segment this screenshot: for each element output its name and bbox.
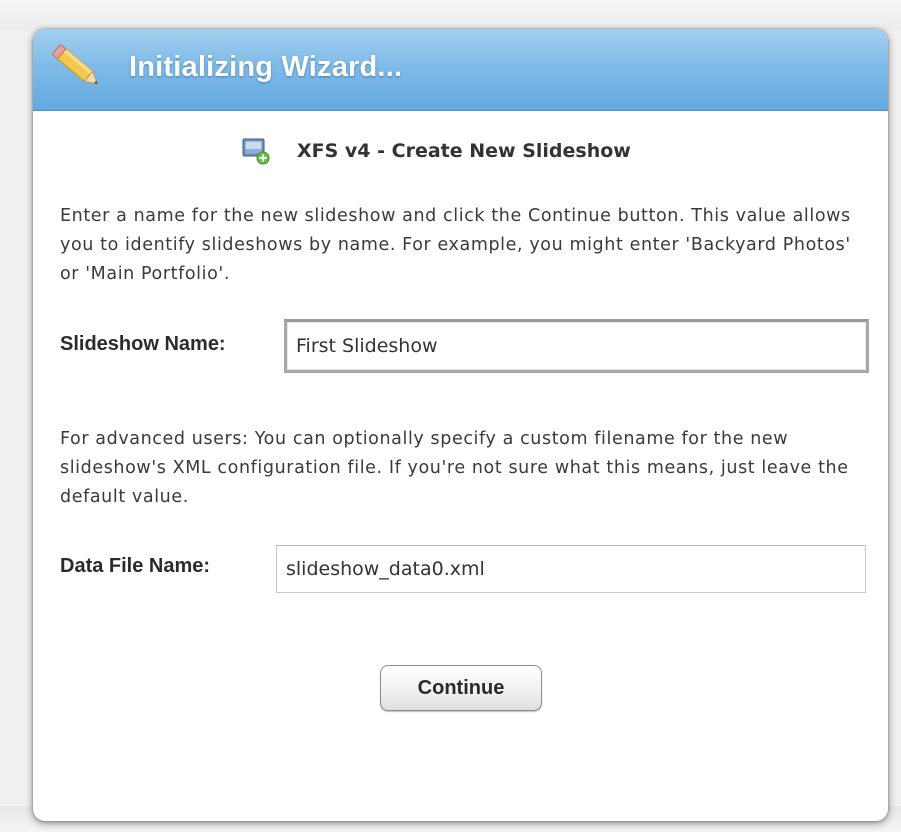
subtitle-row: XFS v4 - Create New Slideshow bbox=[241, 135, 631, 167]
slideshow-name-input[interactable] bbox=[284, 319, 869, 373]
slideshow-name-label: Slideshow Name: bbox=[60, 333, 226, 355]
data-file-name-label: Data File Name: bbox=[60, 555, 211, 577]
pencil-icon bbox=[52, 44, 99, 85]
data-file-name-input[interactable] bbox=[276, 545, 866, 593]
continue-button[interactable]: Continue bbox=[380, 665, 542, 711]
dialog-subtitle: XFS v4 - Create New Slideshow bbox=[297, 140, 631, 162]
title-bar: Initializing Wizard... bbox=[33, 29, 888, 111]
wizard-dialog: Initializing Wizard... XFS v4 - Create N… bbox=[33, 29, 888, 821]
background-top bbox=[0, 0, 901, 30]
dialog-title: Initializing Wizard... bbox=[129, 51, 403, 83]
slideshow-add-icon bbox=[242, 138, 270, 165]
advanced-instructions: For advanced users: You can optionally s… bbox=[60, 429, 849, 507]
intro-instructions: Enter a name for the new slideshow and c… bbox=[60, 206, 851, 284]
